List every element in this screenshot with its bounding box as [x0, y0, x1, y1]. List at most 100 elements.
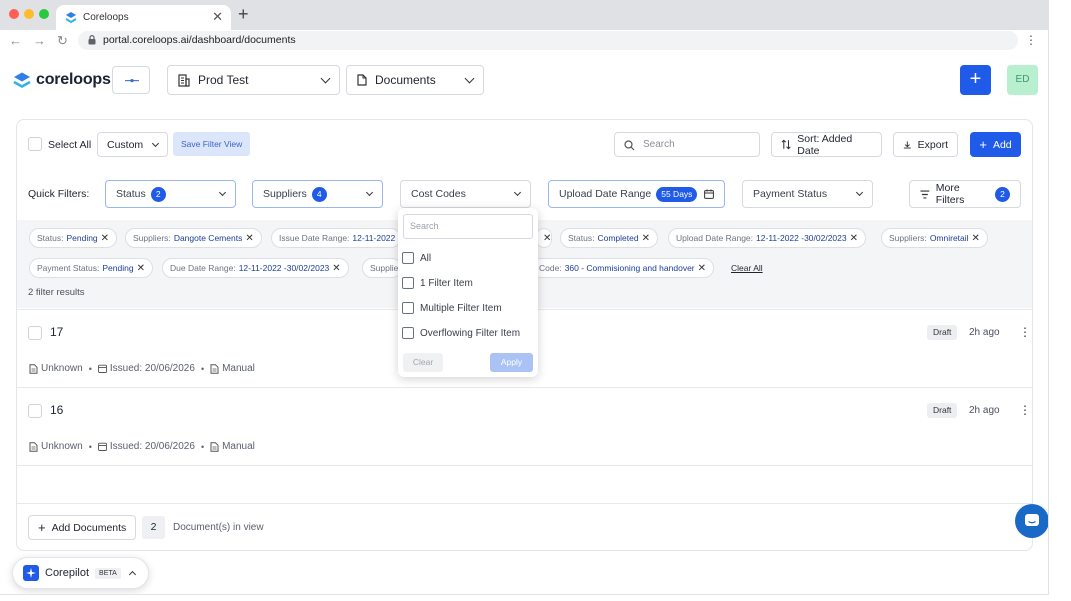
- workspace-selector[interactable]: Prod Test: [167, 65, 340, 95]
- option-label: Multiple Filter Item: [420, 302, 502, 314]
- remove-chip-icon[interactable]: ✕: [698, 263, 706, 274]
- search-input[interactable]: Search: [614, 132, 760, 157]
- corepilot-widget[interactable]: Corepilot BETA: [12, 557, 149, 589]
- row-menu-icon[interactable]: ⋮: [1019, 403, 1031, 417]
- chevron-down-icon: [320, 73, 331, 83]
- remove-chip-icon[interactable]: ✕: [101, 233, 109, 244]
- chevron-down-icon: [218, 188, 227, 197]
- file-icon: [29, 441, 38, 452]
- add-documents-button[interactable]: + Add Documents: [28, 515, 137, 540]
- maximize-window-button[interactable]: [39, 9, 49, 19]
- chevron-down-icon: [513, 188, 522, 197]
- back-icon[interactable]: ←: [9, 33, 22, 48]
- reload-icon[interactable]: ↻: [57, 33, 68, 49]
- document-title[interactable]: 17: [50, 325, 63, 339]
- dropdown-clear-button[interactable]: Clear: [403, 353, 443, 372]
- add-documents-label: Add Documents: [51, 521, 127, 534]
- tab-close-icon[interactable]: ✕: [212, 9, 223, 25]
- remove-chip-icon[interactable]: ✕: [642, 233, 650, 244]
- browser-menu-icon[interactable]: ⋮: [1025, 33, 1037, 47]
- dropdown-option[interactable]: Multiple Filter Item: [402, 300, 502, 316]
- export-button[interactable]: Export: [893, 132, 958, 157]
- organization-switcher[interactable]: [112, 66, 150, 94]
- calendar-icon: [97, 442, 107, 451]
- chip-key: Code:: [539, 263, 562, 273]
- chip-key: Suppliers:: [889, 233, 927, 243]
- user-avatar[interactable]: ED: [1007, 65, 1038, 95]
- lock-icon: [88, 35, 96, 45]
- filter-chip[interactable]: Issue Date Range: 12-11-2022: [271, 228, 401, 248]
- filter-chip[interactable]: Suppliers: Omniretail ✕: [881, 228, 988, 248]
- filter-chip[interactable]: Supplie: [362, 258, 402, 278]
- filter-chip[interactable]: Status: Pending ✕: [29, 228, 118, 248]
- issued-date: Issued: 20/06/2026: [109, 441, 195, 452]
- url-field[interactable]: portal.coreloops.ai/dashboard/documents: [78, 31, 1018, 50]
- remove-chip-icon[interactable]: ✕: [245, 233, 253, 244]
- row-checkbox[interactable]: [28, 326, 42, 340]
- filter-chip[interactable]: Upload Date Range: 12-11-2022 -30/02/2023…: [668, 228, 867, 248]
- brand-logo[interactable]: coreloops: [12, 70, 111, 90]
- chip-value: 12-11-2022 -30/02/2023: [238, 263, 330, 273]
- filter-chip[interactable]: ✕: [536, 228, 552, 248]
- upload-date-range-filter[interactable]: Upload Date Range 55 Days: [548, 180, 725, 208]
- chip-key: Payment Status:: [37, 263, 100, 273]
- empty-row: [17, 465, 1032, 503]
- dropdown-option[interactable]: Overflowing Filter Item: [402, 325, 520, 341]
- dropdown-option-all[interactable]: All: [402, 250, 431, 266]
- filter-chip[interactable]: Status: Completed ✕: [560, 228, 658, 248]
- file-icon: [210, 363, 219, 374]
- forward-icon[interactable]: →: [33, 33, 46, 48]
- dropdown-apply-button[interactable]: Apply: [490, 353, 533, 372]
- plus-icon: +: [979, 137, 987, 152]
- cost-codes-filter[interactable]: Cost Codes: [400, 180, 531, 208]
- select-all-checkbox[interactable]: [28, 137, 42, 151]
- row-menu-icon[interactable]: ⋮: [1019, 325, 1031, 339]
- more-filters-button[interactable]: More Filters 2: [909, 180, 1021, 208]
- chip-value: Omniretail: [929, 233, 969, 243]
- payment-status-filter[interactable]: Payment Status: [742, 180, 873, 208]
- remove-chip-icon[interactable]: ✕: [137, 263, 145, 274]
- minimize-window-button[interactable]: [24, 9, 34, 19]
- option-checkbox[interactable]: [402, 252, 414, 264]
- status-filter[interactable]: Status 2: [105, 180, 236, 208]
- section-selector[interactable]: Documents: [346, 65, 484, 95]
- sort-button[interactable]: Sort: Added Date: [771, 132, 882, 157]
- view-selector[interactable]: Custom: [97, 132, 168, 157]
- cost-codes-dropdown: Search All 1 Filter Item Multiple Filter…: [398, 208, 538, 377]
- remove-chip-icon[interactable]: ✕: [332, 263, 340, 274]
- dropdown-option[interactable]: 1 Filter Item: [402, 275, 473, 291]
- option-checkbox[interactable]: [402, 302, 414, 314]
- search-icon: [624, 140, 635, 151]
- option-checkbox[interactable]: [402, 277, 414, 289]
- close-window-button[interactable]: [9, 9, 19, 19]
- remove-chip-icon[interactable]: ✕: [972, 233, 980, 244]
- sparkle-icon: [23, 565, 39, 581]
- chat-support-button[interactable]: [1015, 504, 1048, 538]
- download-icon: [903, 141, 911, 148]
- suppliers-filter[interactable]: Suppliers 4: [252, 180, 383, 208]
- option-checkbox[interactable]: [402, 327, 414, 339]
- browser-tab[interactable]: Coreloops ✕: [56, 5, 231, 30]
- save-filter-view-button[interactable]: Save Filter View: [173, 132, 251, 156]
- filter-chip[interactable]: Code: 360 - Commisioning and handover ✕: [531, 258, 715, 278]
- create-new-button[interactable]: +: [960, 65, 991, 95]
- remove-chip-icon[interactable]: ✕: [850, 233, 858, 244]
- table-row[interactable]: 16 Unknown • Issued: 20/06/2026 • Manual…: [17, 387, 1032, 465]
- document-title[interactable]: 16: [50, 403, 63, 417]
- dropdown-search-input[interactable]: Search: [403, 214, 533, 239]
- corepilot-label: Corepilot: [45, 567, 90, 579]
- row-checkbox[interactable]: [28, 404, 42, 418]
- chevron-down-icon: [151, 139, 160, 147]
- chevron-down-icon: [365, 188, 374, 197]
- option-label: Overflowing Filter Item: [420, 327, 521, 339]
- relative-time: 2h ago: [969, 327, 1000, 338]
- filter-chip[interactable]: Suppliers: Dangote Cements ✕: [125, 228, 262, 248]
- new-tab-icon[interactable]: +: [238, 4, 249, 25]
- filter-chip[interactable]: Due Date Range: 12-11-2022 -30/02/2023 ✕: [162, 258, 349, 278]
- chip-value: 12-11-2022 -30/02/2023: [756, 233, 847, 243]
- filter-chip[interactable]: Payment Status: Pending ✕: [29, 258, 153, 278]
- export-label: Export: [917, 138, 948, 151]
- clear-all-link[interactable]: Clear All: [731, 263, 763, 273]
- add-button[interactable]: + Add: [970, 132, 1021, 157]
- remove-chip-icon[interactable]: ✕: [543, 233, 551, 244]
